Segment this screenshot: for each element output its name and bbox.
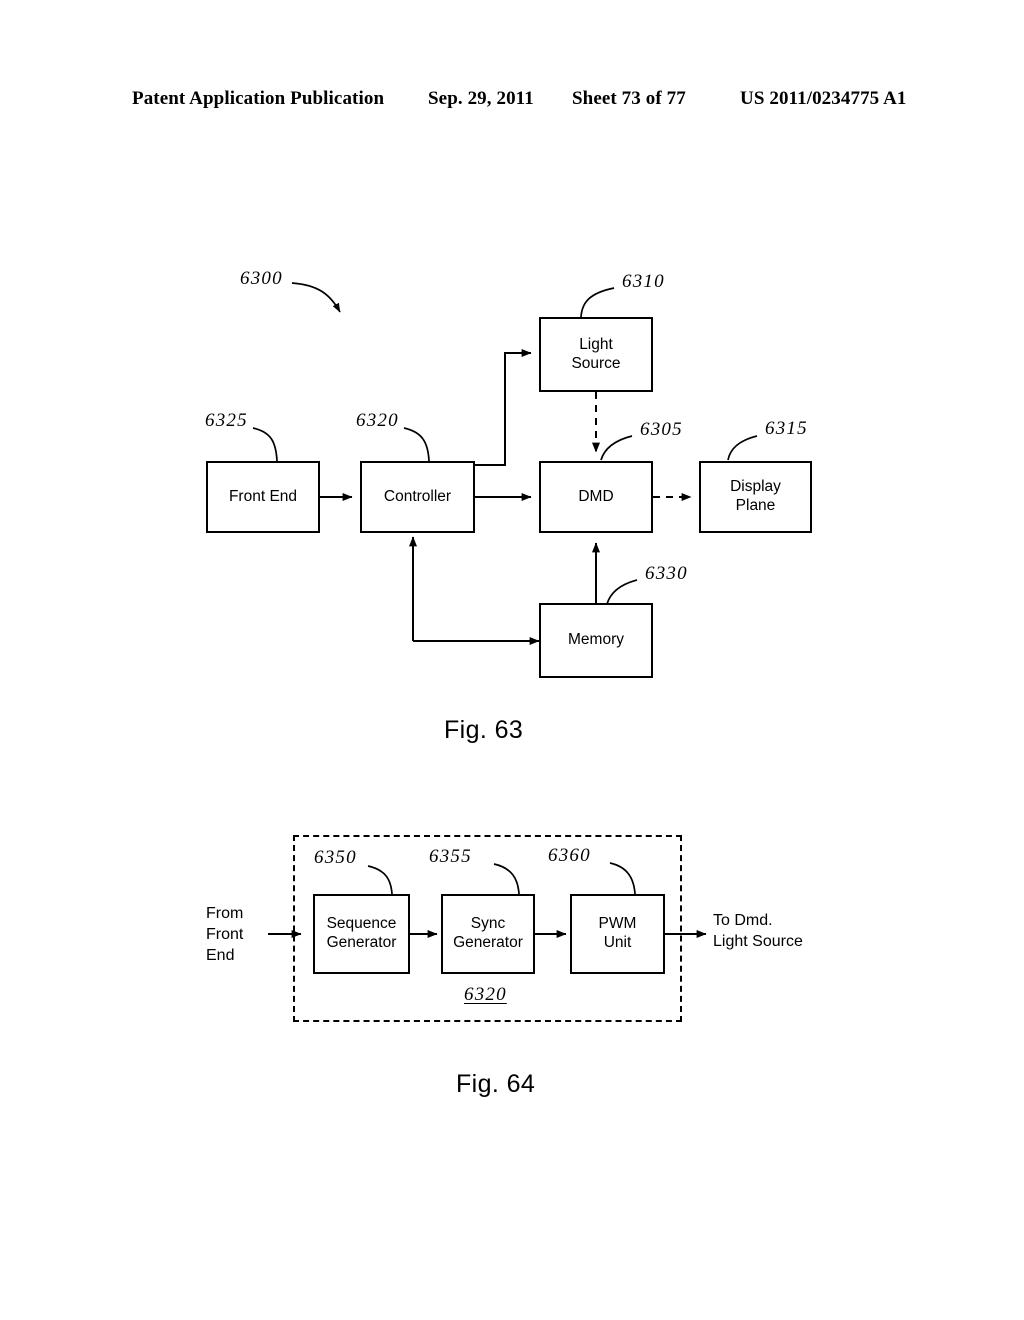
header-publication: Patent Application Publication (132, 88, 385, 109)
fig64-box-sequence-generator: Sequence Generator (313, 894, 410, 974)
fig63-ref-6300: 6300 (240, 268, 283, 289)
fig64-box-sequence-generator-label: Sequence Generator (326, 915, 397, 951)
fig63-box-memory-label: Memory (568, 631, 624, 649)
header-sheet: Sheet 73 of 77 (572, 88, 686, 109)
fig63-box-display-plane-label: Display Plane (730, 478, 781, 514)
fig64-ref-6320: 6320 (464, 984, 507, 1005)
fig64-box-pwm-unit: PWM Unit (570, 894, 665, 974)
fig63-box-light-source-label: Light Source (571, 335, 621, 372)
fig63-box-light-source: Light Source (539, 317, 653, 392)
fig63-box-controller: Controller (360, 461, 475, 533)
fig63-ref-6330: 6330 (645, 563, 688, 584)
fig64-box-pwm-unit-label: PWM Unit (598, 915, 637, 951)
fig64-box-sync-generator: Sync Generator (441, 894, 535, 974)
fig63-box-dmd: DMD (539, 461, 653, 533)
fig63-connectors (252, 282, 758, 645)
fig63-ref-6310: 6310 (622, 271, 665, 292)
fig63-box-dmd-label: DMD (578, 487, 614, 505)
fig64-connectors (268, 862, 707, 938)
fig63-ref-6305: 6305 (640, 419, 683, 440)
fig63-caption: Fig. 63 (444, 716, 524, 744)
fig64-ref-6355: 6355 (429, 846, 472, 867)
fig64-input-label: From Front End (206, 905, 244, 964)
fig63-ref-6320: 6320 (356, 410, 399, 431)
header-patent-number: US 2011/0234775 A1 (740, 88, 907, 109)
fig63-box-front-end: Front End (206, 461, 320, 533)
fig64-output-label: To Dmd. Light Source (713, 912, 803, 950)
fig63-box-display-plane: Display Plane (699, 461, 812, 533)
fig64-caption: Fig. 64 (456, 1070, 536, 1098)
fig64-ref-6360: 6360 (548, 845, 591, 866)
fig63-ref-6315: 6315 (765, 418, 808, 439)
fig64-ref-6350: 6350 (314, 847, 357, 868)
patent-drawing-page: Patent Application Publication Sep. 29, … (0, 0, 1024, 1320)
fig63-box-controller-label: Controller (383, 487, 452, 505)
fig63-box-front-end-label: Front End (228, 487, 298, 505)
header-date: Sep. 29, 2011 (428, 88, 534, 109)
fig63-ref-6325: 6325 (205, 410, 248, 431)
fig63-box-memory: Memory (539, 603, 653, 678)
fig64-box-sync-generator-label: Sync Generator (453, 915, 523, 951)
